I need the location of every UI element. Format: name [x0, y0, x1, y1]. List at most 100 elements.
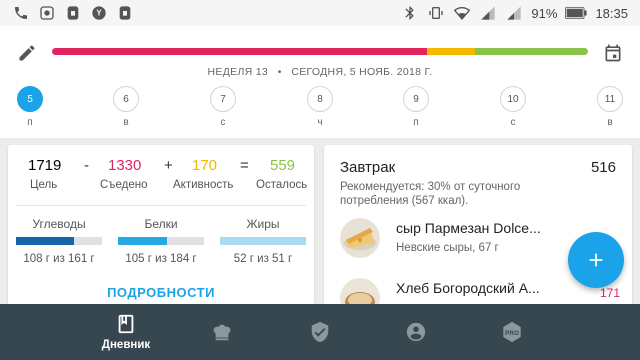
- vibrate-icon: [427, 4, 445, 22]
- macro-name: Жиры: [246, 217, 280, 231]
- macro-bar: [220, 237, 306, 245]
- nav-diary[interactable]: Дневник: [78, 304, 174, 360]
- macro-bar: [16, 237, 102, 245]
- pro-icon: PRO: [503, 321, 521, 343]
- account-icon: [406, 322, 426, 342]
- day-number: 5: [17, 86, 43, 112]
- calendar-icon: [605, 44, 621, 62]
- macro-name: Белки: [144, 217, 178, 231]
- macro-value: 52 г из 51 г: [233, 253, 293, 265]
- activity-value: 170: [192, 157, 218, 174]
- shield-check-icon: [311, 321, 329, 343]
- macro-name: Углеводы: [32, 217, 86, 231]
- day-weekday: п: [413, 117, 419, 128]
- day-item[interactable]: 6в: [110, 86, 142, 128]
- edit-button[interactable]: [14, 40, 40, 66]
- macro-bar-fill: [220, 237, 306, 245]
- chef-hat-icon: [213, 324, 231, 341]
- day-item[interactable]: 10 с: [497, 86, 529, 128]
- goal-value: 1719: [28, 157, 62, 174]
- progress-segment-remaining: [475, 48, 588, 55]
- svg-text:Y: Y: [96, 9, 102, 18]
- day-weekday: п: [27, 117, 33, 128]
- battery-percent: 91%: [531, 5, 558, 21]
- divider: [16, 205, 306, 206]
- day-number: 11: [597, 86, 623, 112]
- calendar-button[interactable]: [600, 40, 626, 66]
- meal-kcal: 516: [590, 159, 616, 176]
- meal-title: Завтрак: [340, 159, 396, 176]
- day-weekday: в: [123, 117, 129, 128]
- svg-text:PRO: PRO: [505, 330, 519, 337]
- nav-goals[interactable]: [272, 304, 368, 360]
- day-number: 9: [403, 86, 429, 112]
- macro-value: 108 г из 161 г: [23, 253, 95, 265]
- goal-label: Цель: [30, 179, 58, 191]
- week-date-line: НЕДЕЛЯ 13 • СЕГОДНЯ, 5 НОЯБ. 2018 Г.: [0, 66, 640, 78]
- top-panel: НЕДЕЛЯ 13 • СЕГОДНЯ, 5 НОЯБ. 2018 Г. 5п6…: [0, 26, 640, 138]
- add-food-button[interactable]: [568, 232, 624, 288]
- details-button[interactable]: ПОДРОБНОСТИ: [8, 285, 314, 300]
- macro-protein: Белки 105 г из 184 г: [116, 217, 206, 265]
- wifi-icon: [453, 4, 471, 22]
- clock: 18:35: [595, 5, 628, 21]
- progress-segment-eaten: [52, 48, 428, 55]
- app-screen: Y 91% 18:35 НЕДЕЛЯ 13 • СЕГОДНЯ, 5 НОЯБ.…: [0, 0, 640, 360]
- yandex-icon: Y: [90, 4, 108, 22]
- macro-fat: Жиры 52 г из 51 г: [218, 217, 308, 265]
- food-name: сыр Пармезан Dolce...: [396, 220, 541, 236]
- signal-icon: [479, 4, 497, 22]
- day-selector: 5 п 6 в 7 с 8 ч 9 п 10 с 11 в: [0, 86, 640, 136]
- minus-sign: -: [84, 157, 89, 174]
- macro-bar: [118, 237, 204, 245]
- diary-icon: [118, 314, 134, 334]
- lock-icon: [64, 4, 82, 22]
- date-label: СЕГОДНЯ, 5 НОЯБ. 2018 Г.: [291, 66, 433, 78]
- remaining-label: Осталось: [256, 179, 308, 191]
- eaten-value: 1330: [108, 157, 142, 174]
- day-item[interactable]: 7с: [207, 86, 239, 128]
- bread-photo: [340, 278, 380, 305]
- phone-wifi-icon: [12, 4, 30, 22]
- bottom-navigation: Дневник PRO: [0, 304, 640, 360]
- lock-icon: [116, 4, 134, 22]
- pencil-icon: [19, 45, 35, 61]
- day-item[interactable]: 5п: [14, 86, 46, 128]
- progress-segment-activity: [427, 48, 476, 55]
- day-weekday: в: [607, 117, 613, 128]
- macro-value: 105 г из 184 г: [125, 253, 197, 265]
- day-item[interactable]: 9п: [400, 86, 432, 128]
- status-bar: Y 91% 18:35: [0, 0, 640, 26]
- macro-bar-fill: [16, 237, 74, 245]
- eaten-label: Съедено: [100, 179, 148, 191]
- day-number: 10: [500, 86, 526, 112]
- day-item[interactable]: 8ч: [304, 86, 336, 128]
- signal-icon: [505, 4, 523, 22]
- battery-icon: [565, 4, 588, 22]
- calorie-equation: 1719 Цель - 1330 Съедено + 170 Активност…: [8, 157, 314, 197]
- macro-bar-fill: [118, 237, 168, 245]
- food-portion: Невские сыры, 67 г: [396, 242, 499, 254]
- bluetooth-icon: [401, 4, 419, 22]
- day-number: 6: [113, 86, 139, 112]
- day-weekday: ч: [317, 117, 323, 128]
- food-name: Хлеб Богородский А...: [396, 280, 540, 296]
- plus-sign: +: [164, 157, 173, 174]
- activity-label: Активность: [173, 179, 234, 191]
- nav-profile[interactable]: [368, 304, 464, 360]
- calorie-summary-card: 1719 Цель - 1330 Съедено + 170 Активност…: [8, 145, 314, 305]
- remaining-value: 559: [270, 157, 296, 174]
- calorie-progress-bar: [52, 48, 588, 55]
- equals-sign: =: [240, 157, 249, 174]
- nav-recipes[interactable]: [174, 304, 270, 360]
- day-number: 7: [210, 86, 236, 112]
- macro-carbs: Углеводы 108 г из 161 г: [14, 217, 104, 265]
- nav-label: Дневник: [101, 339, 151, 351]
- week-label: НЕДЕЛЯ 13: [207, 66, 269, 78]
- meal-recommendation: Рекомендуется: 30% от суточного потребле…: [340, 181, 521, 207]
- day-weekday: с: [220, 117, 226, 128]
- food-kcal: 171: [599, 286, 620, 300]
- day-item[interactable]: 11 в: [594, 86, 626, 128]
- app-icon: [38, 4, 56, 22]
- nav-pro[interactable]: PRO: [464, 304, 560, 360]
